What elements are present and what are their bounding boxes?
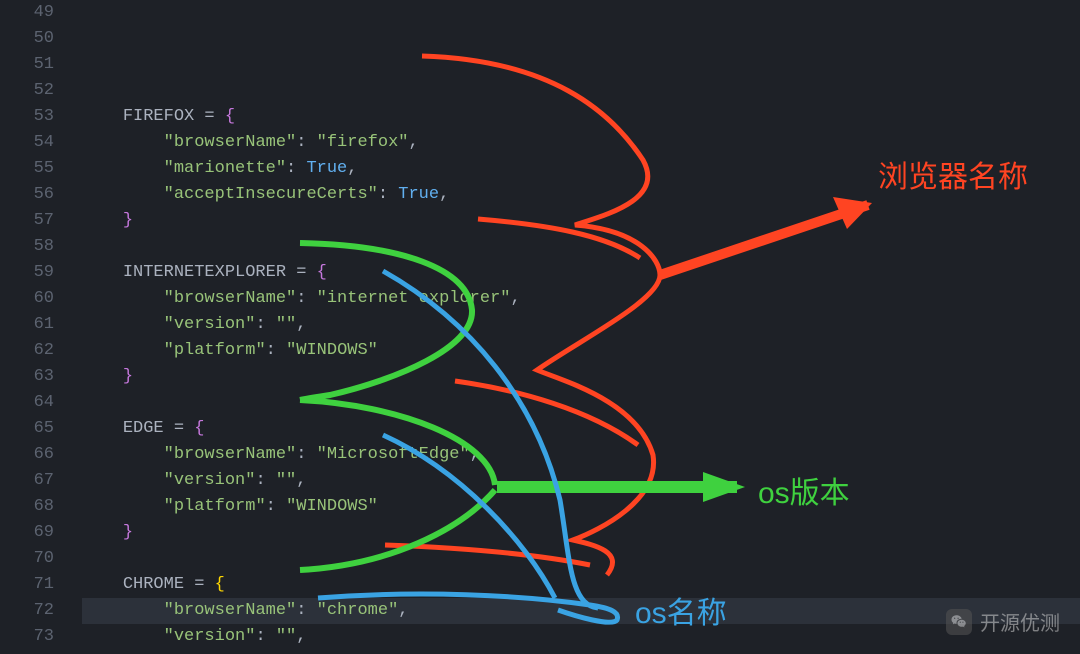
code-line	[82, 78, 1080, 104]
dict-entry: "acceptInsecureCerts": True,	[82, 182, 1080, 208]
line-number: 50	[0, 26, 54, 52]
line-number: 61	[0, 312, 54, 338]
line-number: 57	[0, 208, 54, 234]
code-area[interactable]: FIREFOX = { "browserName": "firefox", "m…	[82, 0, 1080, 654]
code-line	[82, 546, 1080, 572]
dict-entry: "marionette": True,	[82, 156, 1080, 182]
line-number: 53	[0, 104, 54, 130]
dict-entry: "version": "",	[82, 624, 1080, 650]
dict-entry: "platform": "WINDOWS"	[82, 338, 1080, 364]
dict-entry: "platform": "WINDOWS"	[82, 494, 1080, 520]
code-editor[interactable]: 4950515253545556575859606162636465666768…	[0, 0, 1080, 654]
dict-entry: "version": "",	[82, 468, 1080, 494]
line-number: 52	[0, 78, 54, 104]
line-number: 54	[0, 130, 54, 156]
dict-entry: "browserName": "chrome",	[82, 598, 1080, 624]
dict-close: }	[82, 520, 1080, 546]
dict-entry: "platform": "ANY",	[82, 650, 1080, 654]
line-number: 73	[0, 624, 54, 650]
line-number: 60	[0, 286, 54, 312]
watermark-text: 开源优测	[980, 607, 1060, 636]
line-number: 62	[0, 338, 54, 364]
line-number: 67	[0, 468, 54, 494]
dict-close: }	[82, 208, 1080, 234]
dict-close: }	[82, 364, 1080, 390]
line-number: 49	[0, 0, 54, 26]
line-number: 56	[0, 182, 54, 208]
line-number: 58	[0, 234, 54, 260]
line-number: 59	[0, 260, 54, 286]
watermark: 开源优测	[946, 607, 1060, 636]
code-line	[82, 234, 1080, 260]
line-number: 65	[0, 416, 54, 442]
line-number: 69	[0, 520, 54, 546]
code-line	[82, 390, 1080, 416]
dict-entry: "browserName": "firefox",	[82, 130, 1080, 156]
dict-open-internetexplorer: INTERNETEXPLORER = {	[82, 260, 1080, 286]
line-number: 64	[0, 390, 54, 416]
wechat-icon	[946, 609, 972, 635]
line-number-gutter: 4950515253545556575859606162636465666768…	[0, 0, 82, 654]
dict-entry: "browserName": "internet explorer",	[82, 286, 1080, 312]
line-number: 51	[0, 52, 54, 78]
line-number: 55	[0, 156, 54, 182]
line-number: 68	[0, 494, 54, 520]
line-number: 66	[0, 442, 54, 468]
dict-open-chrome: CHROME = {	[82, 572, 1080, 598]
line-number: 70	[0, 546, 54, 572]
dict-open-edge: EDGE = {	[82, 416, 1080, 442]
line-number: 72	[0, 598, 54, 624]
dict-entry: "version": "",	[82, 312, 1080, 338]
dict-entry: "browserName": "MicrosoftEdge",	[82, 442, 1080, 468]
line-number: 71	[0, 572, 54, 598]
dict-open-firefox: FIREFOX = {	[82, 104, 1080, 130]
line-number: 63	[0, 364, 54, 390]
